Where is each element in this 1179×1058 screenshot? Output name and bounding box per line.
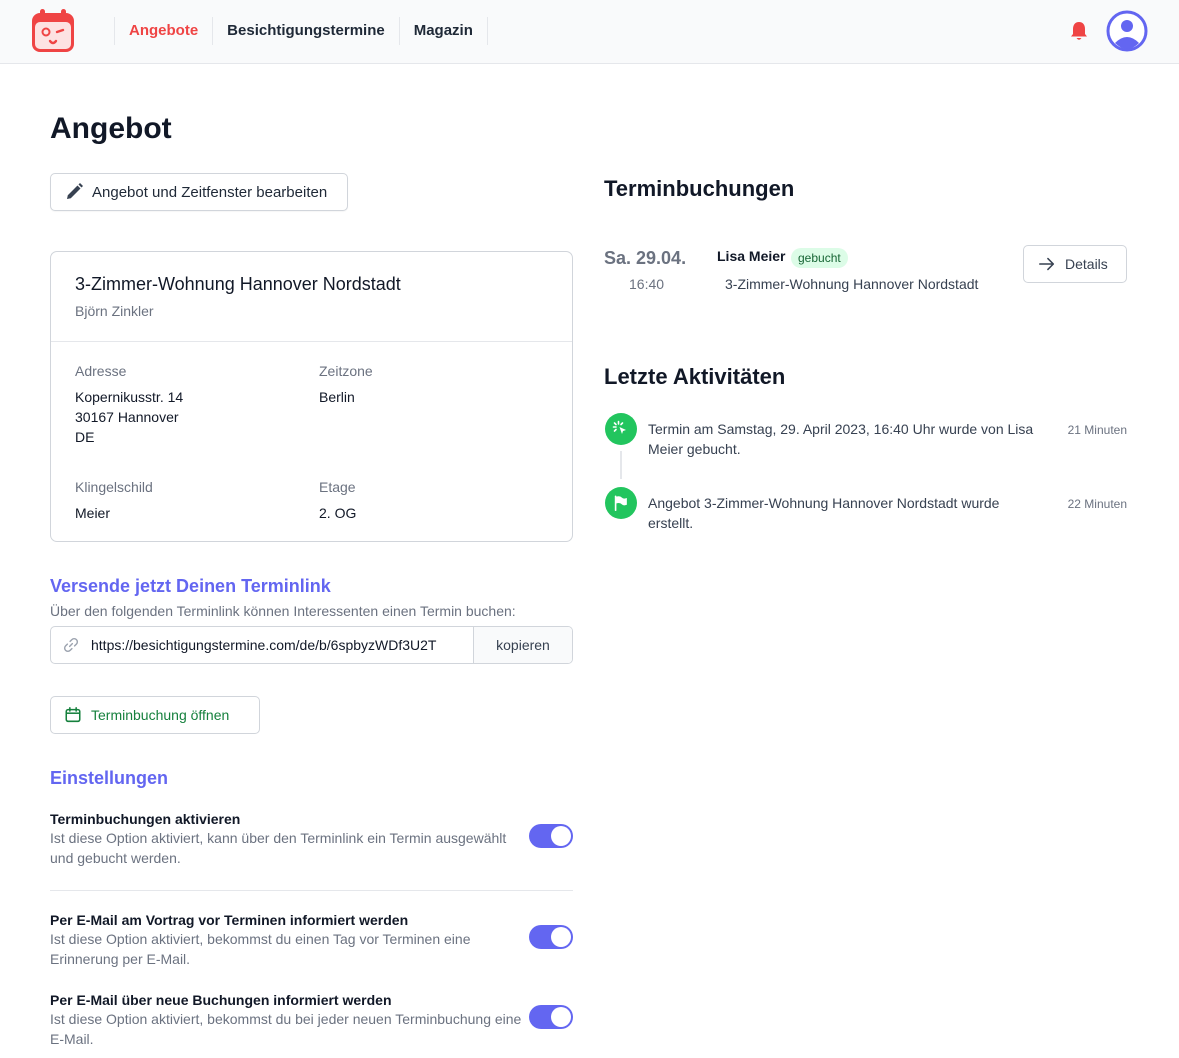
address-line-2: 30167 Hannover: [75, 409, 179, 425]
booking-name: Lisa Meier: [717, 248, 786, 264]
nav-item-besichtigungstermine[interactable]: Besichtigungstermine: [213, 17, 399, 45]
booking-offer: 3-Zimmer-Wohnung Hannover Nordstadt: [725, 276, 979, 292]
calendar-icon: [65, 707, 81, 723]
status-badge: gebucht: [791, 248, 848, 268]
nav-divider: [486, 17, 488, 45]
copy-link-button[interactable]: kopieren: [473, 627, 572, 663]
settings-divider: [50, 890, 573, 891]
doorbell-value: Meier: [75, 505, 111, 521]
settings-heading: Einstellungen: [50, 768, 169, 788]
pencil-icon: [67, 183, 83, 199]
setting-title: Per E-Mail am Vortrag vor Terminen infor…: [50, 912, 409, 928]
booking-link-field: kopieren: [50, 626, 573, 664]
bell-icon[interactable]: [1067, 19, 1091, 43]
nav-item-angebote[interactable]: Angebote: [115, 17, 212, 45]
setting-title: Per E-Mail über neue Buchungen informier…: [50, 992, 392, 1008]
bell-field: Klingelschild Meier: [75, 479, 153, 523]
floor-field: Etage 2. OG: [319, 479, 356, 523]
activities-heading: Letzte Aktivitäten: [604, 364, 786, 389]
offer-card: 3-Zimmer-Wohnung Hannover Nordstadt Björ…: [50, 251, 573, 542]
booking-time: 16:40: [629, 276, 665, 292]
arrow-right-icon: [1039, 257, 1055, 271]
user-avatar-icon[interactable]: [1106, 10, 1148, 52]
doorbell-label: Klingelschild: [75, 479, 153, 495]
link-icon: [51, 627, 91, 663]
setting-reminder-email: Per E-Mail am Vortrag vor Terminen infor…: [50, 912, 573, 969]
nav-item-magazin[interactable]: Magazin: [400, 17, 487, 45]
reminder-email-toggle[interactable]: [529, 925, 573, 949]
main-nav: Angebote Besichtigungstermine Magazin: [114, 17, 488, 45]
open-booking-button[interactable]: Terminbuchung öffnen: [50, 696, 260, 734]
top-navigation-bar: Angebote Besichtigungstermine Magazin: [0, 0, 1179, 64]
timezone-label: Zeitzone: [319, 363, 373, 379]
page-title: Angebot: [50, 112, 172, 145]
timezone-field: Zeitzone Berlin: [319, 363, 373, 407]
setting-description: Ist diese Option aktiviert, kann über de…: [50, 830, 507, 866]
cursor-click-icon: [605, 413, 637, 445]
address-label: Adresse: [75, 363, 127, 379]
activity-connector: [620, 451, 622, 479]
edit-offer-label: Angebot und Zeitfenster bearbeiten: [92, 183, 328, 201]
setting-description: Ist diese Option aktiviert, bekommst du …: [50, 931, 471, 967]
link-hint: Über den folgenden Terminlink können Int…: [50, 603, 516, 619]
offer-owner: Björn Zinkler: [75, 303, 154, 319]
new-booking-email-toggle[interactable]: [529, 1005, 573, 1029]
activity-time: 21 Minuten: [1067, 423, 1127, 437]
floor-value: 2. OG: [319, 505, 357, 521]
activity-text: Termin am Samstag, 29. April 2023, 16:40…: [648, 421, 1034, 457]
setting-title: Terminbuchungen aktivieren: [50, 811, 241, 827]
offer-title: 3-Zimmer-Wohnung Hannover Nordstadt: [75, 274, 401, 294]
edit-offer-button[interactable]: Angebot und Zeitfenster bearbeiten: [50, 173, 348, 211]
setting-description: Ist diese Option aktiviert, bekommst du …: [50, 1011, 522, 1047]
booking-details-button[interactable]: Details: [1023, 245, 1127, 283]
address-line-1: Kopernikusstr. 14: [75, 389, 184, 405]
timezone-value: Berlin: [319, 389, 355, 405]
flag-icon: [605, 487, 637, 519]
floor-label: Etage: [319, 479, 356, 495]
open-booking-label: Terminbuchung öffnen: [91, 707, 230, 723]
setting-new-booking-email: Per E-Mail über neue Buchungen informier…: [50, 992, 573, 1049]
link-heading: Versende jetzt Deinen Terminlink: [50, 576, 331, 596]
address-field: Adresse Kopernikusstr. 14 30167 Hannover…: [75, 363, 183, 447]
bookings-heading: Terminbuchungen: [604, 176, 795, 201]
activity-time: 22 Minuten: [1067, 497, 1127, 511]
offer-card-header: 3-Zimmer-Wohnung Hannover Nordstadt Björ…: [51, 252, 572, 342]
address-line-3: DE: [75, 429, 95, 445]
activity-text: Angebot 3-Zimmer-Wohnung Hannover Nordst…: [648, 495, 1000, 531]
booking-link-input[interactable]: [91, 627, 473, 663]
enable-bookings-toggle[interactable]: [529, 824, 573, 848]
calendar-logo-icon[interactable]: [30, 8, 76, 54]
details-label: Details: [1065, 256, 1108, 272]
setting-enable-bookings: Terminbuchungen aktivieren Ist diese Opt…: [50, 811, 573, 868]
booking-date: Sa. 29.04.: [604, 248, 687, 268]
